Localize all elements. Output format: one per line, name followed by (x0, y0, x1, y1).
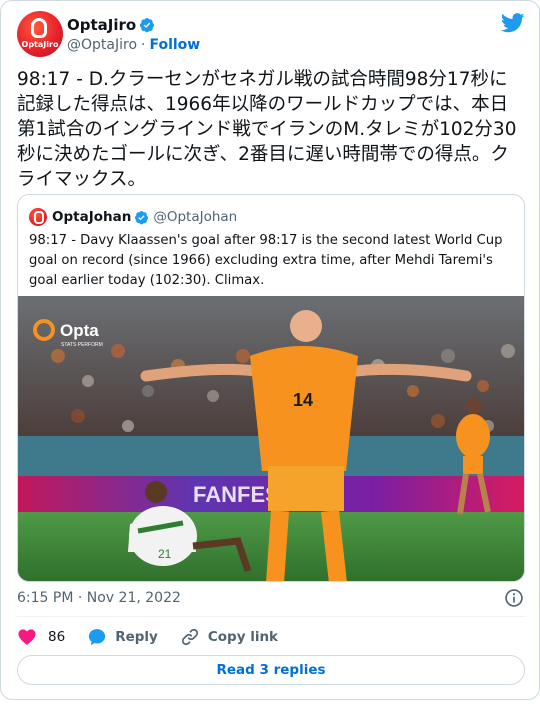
like-count: 86 (48, 629, 66, 645)
author-display-name[interactable]: OptaJiro (67, 16, 136, 34)
quoted-author-handle: @OptaJohan (153, 209, 238, 225)
quoted-author-avatar (29, 208, 47, 226)
author-name-line: OptaJiro (67, 15, 155, 35)
author-handle[interactable]: @OptaJiro (67, 37, 137, 53)
quoted-author-name: OptaJohan (52, 209, 132, 225)
tweet-card: OptaJiro OptaJiro @OptaJiro · Follow 98:… (0, 0, 540, 700)
author-handle-line: @OptaJiro · Follow (67, 37, 200, 53)
tweet-text: 98:17 - D.クラーセンがセネガル戦の試合時間98分17秒に 記録した得点… (17, 69, 517, 190)
reply-label: Reply (115, 629, 158, 645)
verified-badge-icon (135, 210, 149, 224)
read-replies-button[interactable]: Read 3 replies (17, 655, 525, 685)
handle-separator: · (141, 37, 146, 53)
svg-text:21: 21 (158, 547, 172, 561)
avatar-brand-text: OptaJiro (21, 40, 59, 49)
twitter-bird-icon[interactable] (501, 13, 525, 33)
follow-link[interactable]: Follow (149, 37, 200, 53)
tweet-header: OptaJiro OptaJiro @OptaJiro · Follow (17, 11, 525, 59)
divider (17, 616, 525, 617)
heart-icon (18, 629, 36, 645)
tweet-actions: 86 Reply Copy link (17, 625, 300, 649)
quoted-tweet[interactable]: OptaJohan @OptaJohan 98:17 - Davy Klaass… (17, 194, 525, 582)
reply-button[interactable]: Reply (87, 627, 158, 647)
link-icon (181, 628, 198, 646)
tweet-timestamp[interactable]: 6:15 PM · Nov 21, 2022 (17, 590, 181, 606)
opta-logo-icon (31, 18, 47, 38)
copy-link-button[interactable]: Copy link (180, 627, 278, 647)
quoted-tweet-header: OptaJohan @OptaJohan (29, 207, 237, 227)
info-icon[interactable] (504, 588, 524, 608)
svg-text:Opta: Opta (60, 321, 99, 340)
reply-bubble-icon (89, 629, 106, 646)
svg-text:STATS PERFORM: STATS PERFORM (61, 342, 103, 348)
author-avatar[interactable]: OptaJiro (17, 11, 63, 57)
quoted-tweet-text: 98:17 - Davy Klaassen's goal after 98:17… (29, 233, 503, 288)
shirt-number-text: 14 (293, 390, 313, 410)
like-button[interactable]: 86 (17, 627, 65, 647)
quoted-tweet-photo[interactable]: FANFEST Opta STATS PERFORM 21 14 (18, 296, 525, 582)
copy-link-label: Copy link (207, 629, 279, 645)
verified-badge-icon (140, 18, 155, 33)
